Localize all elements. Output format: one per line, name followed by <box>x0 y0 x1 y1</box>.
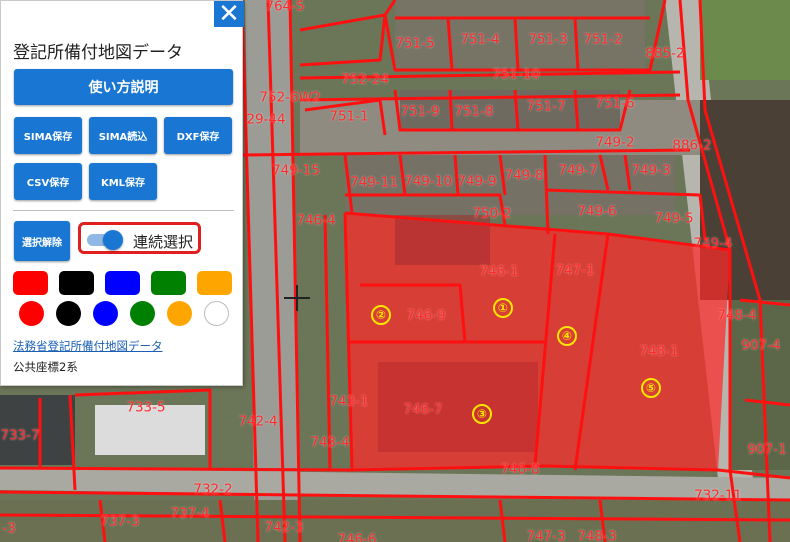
panel-title: 登記所備付地図データ <box>13 43 183 63</box>
parcel-label: 749-6 <box>577 203 617 220</box>
tool-panel: ✕ 登記所備付地図データ 使い方説明 SIMA保存 SIMA読込 DXF保存 C… <box>0 0 244 386</box>
parcel-label: 746-1 <box>479 263 519 280</box>
parcel-label: 748-4 <box>717 307 757 324</box>
line-color-swatch[interactable] <box>197 271 232 295</box>
csv-save-button[interactable]: CSV保存 <box>14 163 82 200</box>
parcel-label: 751-4 <box>460 31 500 48</box>
parcel-label: 751-5 <box>395 35 435 52</box>
parcel-label: 743-1 <box>329 393 369 410</box>
parcel-label: 746-6 <box>337 531 377 542</box>
line-color-swatch[interactable] <box>105 271 140 295</box>
parcel-label: 752-6W2 <box>259 89 321 106</box>
parcel-label: 750-2 <box>472 205 512 222</box>
panel-divider <box>13 210 234 211</box>
close-button[interactable]: ✕ <box>214 0 244 29</box>
sima-save-button[interactable]: SIMA保存 <box>14 117 82 154</box>
parcel-label: 732-11 <box>694 487 742 504</box>
map-center-crosshair <box>284 285 310 311</box>
moj-data-link[interactable]: 法務省登記所備付地図データ <box>13 338 163 354</box>
fill-color-dot[interactable] <box>204 301 229 326</box>
line-color-swatch[interactable] <box>59 271 94 295</box>
parcel-label: 747-3 <box>526 528 566 542</box>
parcel-label: 749-10 <box>404 173 452 190</box>
kml-save-button[interactable]: KML保存 <box>89 163 157 200</box>
parcel-label: 751-7 <box>526 98 566 115</box>
parcel-label: 751-2 <box>583 31 623 48</box>
parcel-label: -3 <box>2 520 16 537</box>
line-color-swatch[interactable] <box>13 271 48 295</box>
parcel-label: 749-9 <box>457 173 497 190</box>
parcel-label: 747-1 <box>555 262 595 279</box>
dxf-save-button[interactable]: DXF保存 <box>164 117 232 154</box>
parcel-label: 907-1 <box>747 441 787 458</box>
parcel-label: 746-4 <box>296 212 336 229</box>
parcel-label: 749-7 <box>558 162 598 179</box>
parcel-label: 764-5 <box>265 0 305 15</box>
selection-number-marker: ② <box>371 305 391 325</box>
parcel-label: 751-10 <box>492 66 540 83</box>
deselect-button[interactable]: 選択解除 <box>14 221 70 261</box>
parcel-label: 746-9 <box>406 307 446 324</box>
parcel-label: 885-2 <box>645 45 685 62</box>
parcel-label: 749-4 <box>693 235 733 252</box>
parcel-label: 733-7 <box>0 427 40 444</box>
parcel-label: 752-24 <box>341 71 389 88</box>
parcel-label: 749-15 <box>272 162 320 179</box>
toggle-label: 連続選択 <box>133 233 194 251</box>
parcel-label: 737-4 <box>170 505 210 522</box>
fill-color-dot[interactable] <box>130 301 155 326</box>
parcel-label: 749-8 <box>504 167 544 184</box>
selection-number-marker: ③ <box>472 404 492 424</box>
parcel-label: 751-8 <box>454 103 494 120</box>
parcel-label: 749-2 <box>595 134 635 151</box>
parcel-label: 742-3 <box>264 519 304 536</box>
parcel-label: 746-7 <box>403 401 443 418</box>
parcel-label: 751-3 <box>528 31 568 48</box>
continuous-select-toggle[interactable]: 連続選択 <box>78 222 201 254</box>
parcel-label: 749-5 <box>654 210 694 227</box>
parcel-label: 751-1 <box>329 108 369 125</box>
manual-button[interactable]: 使い方説明 <box>14 69 233 105</box>
selection-number-marker: ⑤ <box>641 378 661 398</box>
fill-color-dot[interactable] <box>93 301 118 326</box>
line-color-swatch[interactable] <box>151 271 186 295</box>
parcel-label: 751-9 <box>400 103 440 120</box>
parcel-label: 886-2 <box>672 137 712 154</box>
parcel-label: 751-6 <box>595 95 635 112</box>
fill-color-dot[interactable] <box>167 301 192 326</box>
parcel-label: 907-4 <box>741 337 781 354</box>
parcel-label: 733-5 <box>126 399 166 416</box>
parcel-label: 737-3 <box>100 513 140 530</box>
toggle-knob <box>103 230 123 250</box>
parcel-label: 749-3 <box>631 162 671 179</box>
parcel-label: 29-44 <box>246 111 286 128</box>
sima-read-button[interactable]: SIMA読込 <box>89 117 157 154</box>
parcel-label: 742-4 <box>238 413 278 430</box>
parcel-label: 749-11 <box>350 174 398 191</box>
parcel-label: 748-3 <box>577 528 617 542</box>
parcel-label: 746-8 <box>500 461 540 478</box>
selection-number-marker: ④ <box>557 326 577 346</box>
parcel-label: 743-4 <box>310 434 350 451</box>
coord-system-label: 公共座標2系 <box>13 360 78 374</box>
parcel-label: 748-1 <box>639 343 679 360</box>
fill-color-dot[interactable] <box>19 301 44 326</box>
parcel-label: 732-2 <box>193 481 233 498</box>
fill-color-dot[interactable] <box>56 301 81 326</box>
selection-number-marker: ① <box>493 298 513 318</box>
